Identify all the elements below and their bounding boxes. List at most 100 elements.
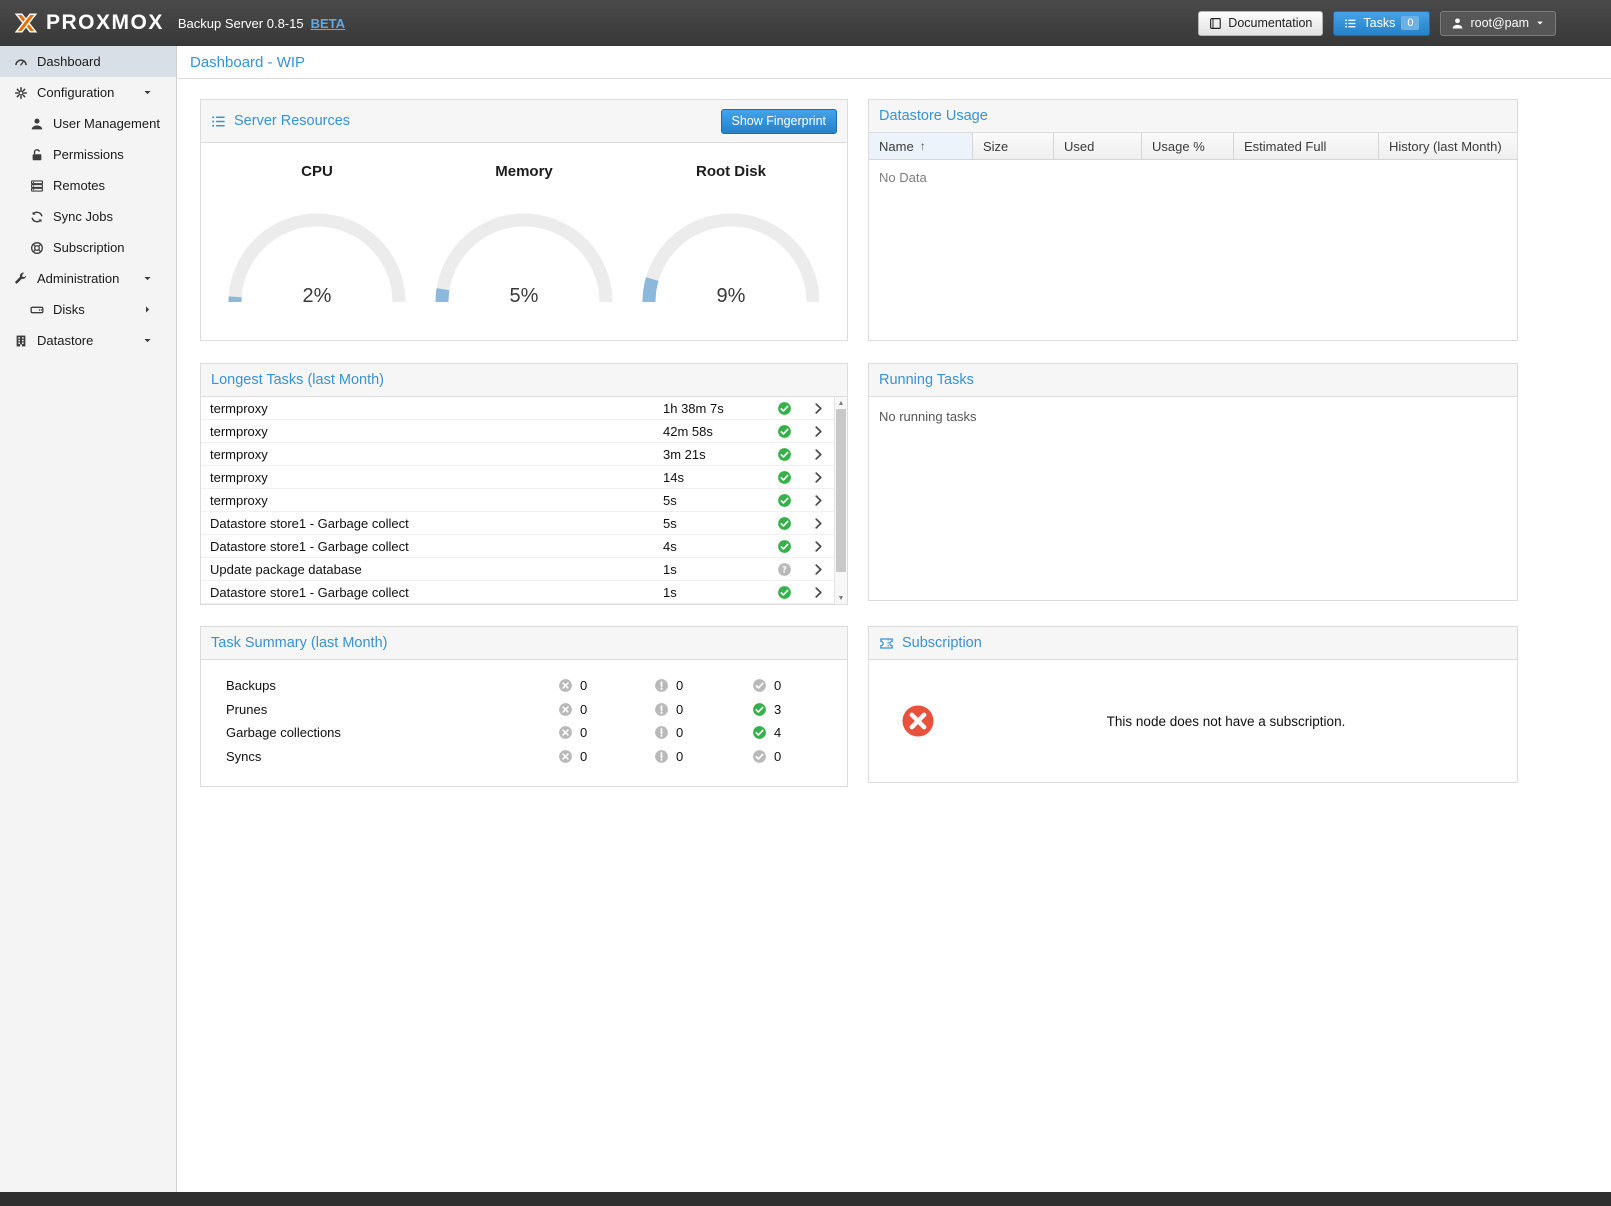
warning-circle-icon (654, 749, 669, 764)
task-name: Datastore store1 - Garbage collect (210, 539, 663, 554)
column-label: Estimated Full (1244, 139, 1326, 154)
task-row: termproxy14s (201, 466, 834, 489)
sidebar-item-label: Subscription (53, 240, 125, 255)
page-title: Dashboard - WIP (178, 46, 1611, 79)
gauge-label: CPU (217, 163, 417, 180)
task-detail-button[interactable] (812, 563, 825, 576)
column-header-history-last-month[interactable]: History (last Month) (1379, 133, 1517, 159)
task-name: termproxy (210, 401, 663, 416)
sidebar-item-label: Sync Jobs (53, 209, 113, 224)
tasks-button[interactable]: Tasks 0 (1333, 11, 1430, 36)
check-circle-icon (752, 725, 767, 740)
subscription-message: This node does not have a subscription. (935, 714, 1517, 729)
documentation-button[interactable]: Documentation (1198, 11, 1323, 36)
show-fingerprint-button[interactable]: Show Fingerprint (721, 109, 838, 134)
datastore-usage-panel: Datastore Usage Name↑SizeUsedUsage %Esti… (868, 99, 1518, 341)
column-header-name[interactable]: Name↑ (869, 133, 973, 159)
check-circle-icon (777, 424, 792, 439)
check-circle-icon (777, 493, 792, 508)
datastore-usage-empty: No Data (869, 160, 1517, 195)
sidebar-item-disks[interactable]: Disks (0, 294, 176, 325)
no-subscription-icon (901, 704, 935, 738)
unlock-icon (28, 148, 45, 162)
proxmox-x-icon (13, 10, 39, 36)
user-menu-label: root@pam (1470, 16, 1529, 30)
error-circle-icon (558, 725, 573, 740)
scroll-down-button[interactable]: ▼ (835, 592, 847, 604)
sidebar-item-label: User Management (53, 116, 160, 131)
task-detail-button[interactable] (812, 425, 825, 438)
task-detail-button[interactable] (812, 494, 825, 507)
remotes-icon (28, 179, 45, 193)
running-tasks-title: Running Tasks (879, 372, 974, 388)
warning-circle-icon (654, 725, 669, 740)
subscription-panel: Subscription This node does not have a s… (868, 626, 1518, 783)
main-area: Dashboard - WIP Server Resources Show Fi… (178, 46, 1611, 1192)
caret-down-icon (139, 87, 156, 98)
gears-icon (12, 86, 29, 100)
ok-count: 4 (774, 725, 781, 740)
sidebar-item-dashboard[interactable]: Dashboard (0, 46, 176, 77)
datastore-icon (12, 334, 29, 348)
task-detail-button[interactable] (812, 540, 825, 553)
sidebar-item-label: Disks (53, 302, 85, 317)
gauge-value: 9% (631, 285, 831, 308)
column-label: History (last Month) (1389, 139, 1502, 154)
gauge-cpu: CPU2% (217, 163, 417, 310)
footer-bar (0, 1192, 1611, 1206)
scroll-thumb[interactable] (836, 409, 846, 572)
warning-count: 0 (676, 678, 683, 693)
task-row: termproxy42m 58s (201, 420, 834, 443)
task-detail-button[interactable] (812, 402, 825, 415)
column-header-size[interactable]: Size (973, 133, 1054, 159)
sidebar-item-label: Configuration (37, 85, 114, 100)
task-detail-button[interactable] (812, 448, 825, 461)
sidebar-item-configuration[interactable]: Configuration (0, 77, 176, 108)
task-detail-button[interactable] (812, 517, 825, 530)
product-version: Backup Server 0.8-15 (178, 16, 304, 31)
task-detail-button[interactable] (812, 471, 825, 484)
check-circle-icon (777, 516, 792, 531)
user-menu-button[interactable]: root@pam (1440, 11, 1556, 36)
scroll-up-button[interactable]: ▲ (835, 397, 847, 409)
ticket-icon (879, 636, 894, 651)
sidebar-item-sync-jobs[interactable]: Sync Jobs (0, 201, 176, 232)
task-duration: 4s (663, 539, 766, 554)
task-name: Datastore store1 - Garbage collect (210, 516, 663, 531)
summary-label: Garbage collections (201, 725, 558, 740)
sidebar-item-user-management[interactable]: User Management (0, 108, 176, 139)
sidebar-item-label: Administration (37, 271, 119, 286)
task-duration: 1s (663, 562, 766, 577)
check-circle-icon (777, 447, 792, 462)
check-circle-icon (752, 678, 767, 693)
column-header-estimated-full[interactable]: Estimated Full (1234, 133, 1379, 159)
check-circle-icon (752, 702, 767, 717)
error-count: 0 (580, 749, 587, 764)
running-tasks-panel: Running Tasks No running tasks (868, 363, 1518, 601)
warning-count: 0 (676, 749, 683, 764)
proxmox-logo: PROXMOX (13, 10, 164, 36)
task-name: termproxy (210, 424, 663, 439)
task-detail-button[interactable] (812, 586, 825, 599)
sidebar-item-label: Datastore (37, 333, 93, 348)
beta-link[interactable]: BETA (311, 16, 345, 31)
ok-count: 0 (774, 749, 781, 764)
sidebar-item-subscription[interactable]: Subscription (0, 232, 176, 263)
task-row: Datastore store1 - Garbage collect4s (201, 535, 834, 558)
task-row: termproxy5s (201, 489, 834, 512)
column-header-used[interactable]: Used (1054, 133, 1142, 159)
sidebar-item-administration[interactable]: Administration (0, 263, 176, 294)
server-resources-panel: Server Resources Show Fingerprint CPU2%M… (200, 99, 848, 341)
check-circle-icon (777, 470, 792, 485)
task-duration: 14s (663, 470, 766, 485)
summary-row-garbage-collections: Garbage collections004 (201, 721, 847, 745)
running-tasks-empty: No running tasks (869, 397, 1517, 436)
warning-count: 0 (676, 702, 683, 717)
summary-label: Backups (201, 678, 558, 693)
sidebar-item-datastore[interactable]: Datastore (0, 325, 176, 356)
sidebar-item-permissions[interactable]: Permissions (0, 139, 176, 170)
sidebar-item-remotes[interactable]: Remotes (0, 170, 176, 201)
scrollbar[interactable]: ▲ ▼ (834, 397, 847, 604)
sync-icon (28, 210, 45, 224)
column-header-usage[interactable]: Usage % (1142, 133, 1234, 159)
